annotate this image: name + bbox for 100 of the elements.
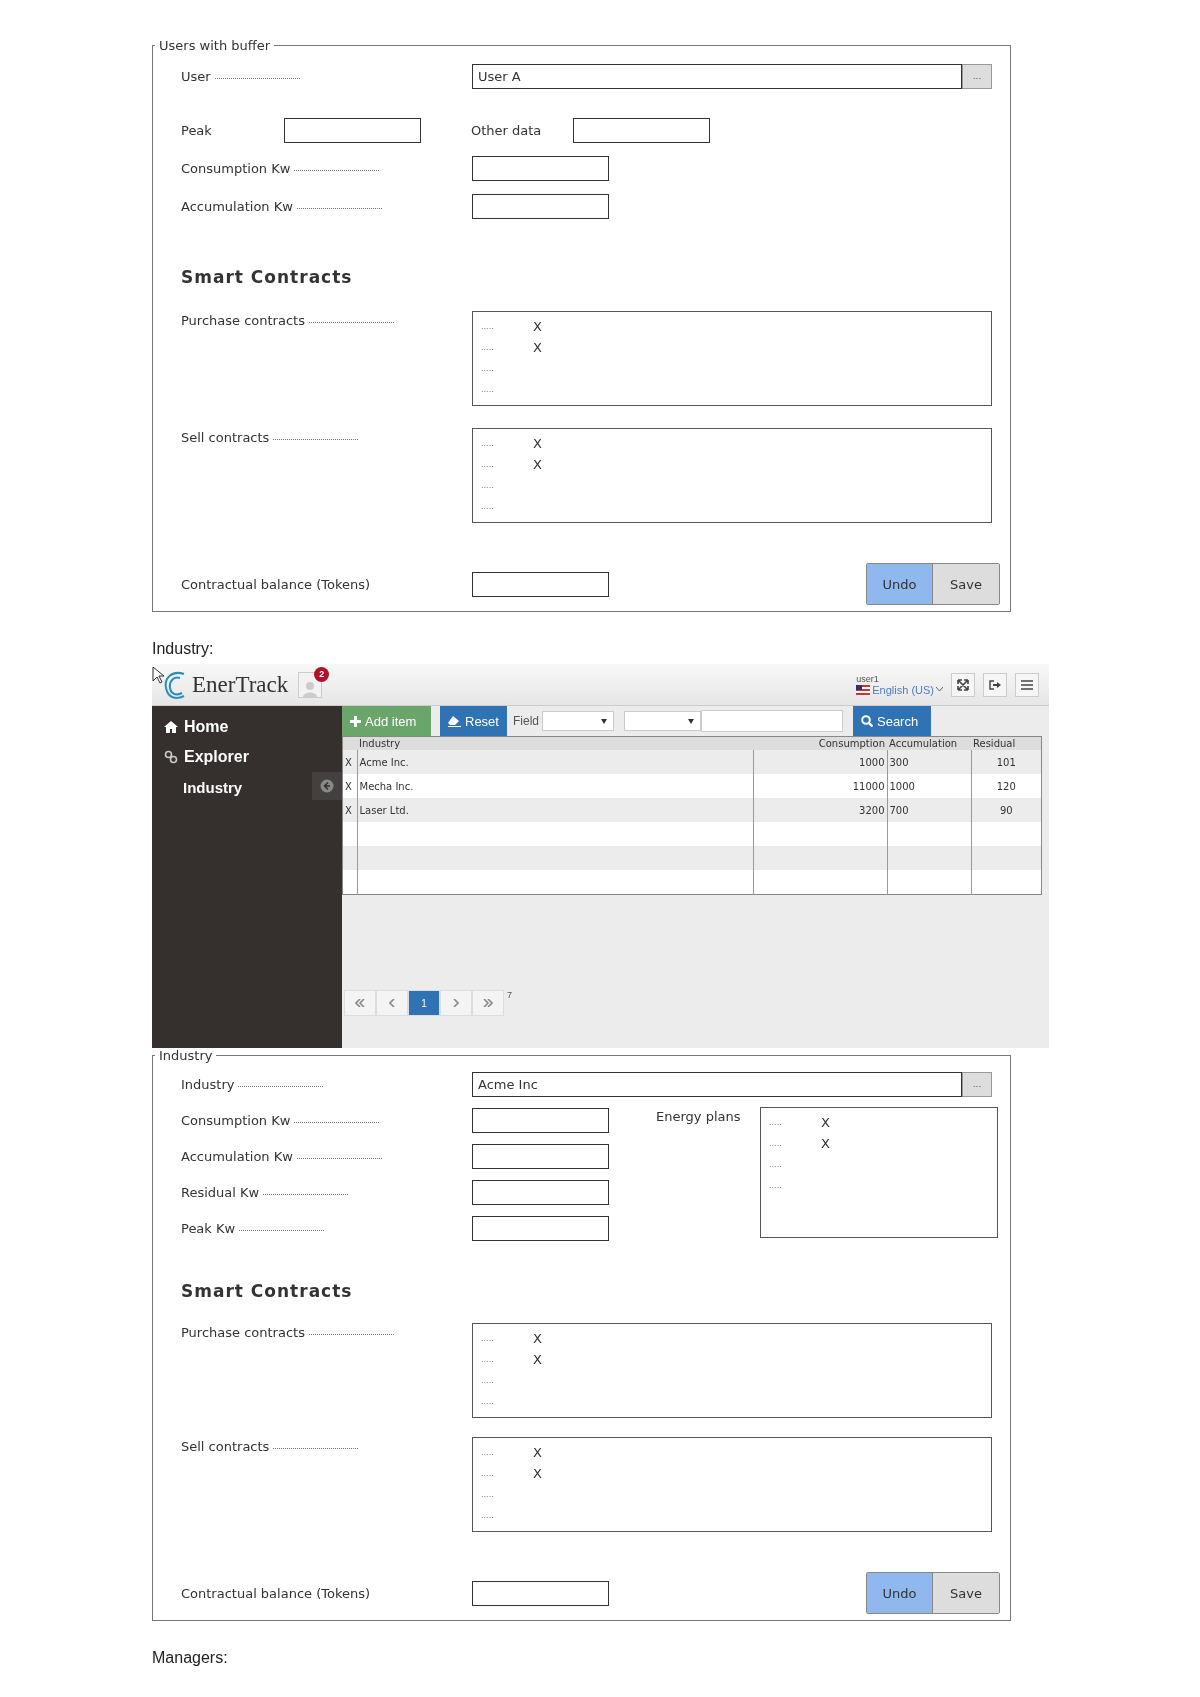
home-icon	[164, 721, 178, 733]
list-item: .....	[769, 1118, 783, 1127]
field-label: Purchase contracts	[181, 313, 394, 328]
list-item: .....	[481, 1469, 495, 1478]
list-item: .....	[481, 1355, 495, 1364]
column-header: Residual	[973, 738, 1016, 749]
list-item: .....	[481, 385, 495, 394]
flag-icon	[856, 684, 871, 695]
user-button[interactable]	[298, 671, 323, 698]
back-button[interactable]	[312, 772, 342, 800]
plus-icon	[350, 715, 361, 727]
remove-mark[interactable]: X	[533, 436, 542, 451]
save-button[interactable]: Save	[933, 564, 999, 604]
list-box[interactable]: ..... X ..... X ..... .....	[472, 1323, 992, 1418]
input-field[interactable]	[284, 117, 421, 143]
field-label: Accumulation Kw	[181, 198, 382, 214]
eraser-icon	[448, 715, 461, 727]
input-field[interactable]	[472, 1580, 609, 1606]
list-item: .....	[481, 364, 495, 373]
input-field[interactable]	[472, 1179, 609, 1205]
column-header: Consumption	[818, 738, 885, 749]
list-box[interactable]: ..... X ..... X ..... .....	[472, 1437, 992, 1532]
remove-mark[interactable]: X	[821, 1136, 830, 1151]
list-item: .....	[481, 1397, 495, 1406]
input-field[interactable]	[573, 117, 710, 143]
cursor-icon	[152, 666, 164, 684]
input-field[interactable]	[472, 1107, 609, 1133]
field-label: Residual Kw	[181, 1184, 349, 1200]
dropdown-arrow-icon	[688, 718, 694, 724]
field-label: User	[181, 68, 300, 84]
list-box[interactable]: ..... X ..... X ..... .....	[472, 311, 992, 406]
undo-button[interactable]: Undo	[867, 564, 933, 604]
sidebar-item[interactable]: Industry	[183, 778, 243, 796]
table-cell: 11000	[852, 780, 885, 792]
field-label: Sell contracts	[181, 430, 359, 445]
remove-mark[interactable]: X	[533, 340, 542, 355]
list-item: .....	[769, 1139, 783, 1148]
input-field[interactable]	[472, 155, 609, 181]
expand-icon	[957, 678, 969, 691]
menu-button[interactable]	[1015, 672, 1039, 697]
double-left-icon	[355, 999, 365, 1007]
save-button[interactable]: Save	[933, 1573, 999, 1613]
field-dropdown[interactable]	[542, 711, 614, 731]
search-button[interactable]: Search	[853, 706, 931, 736]
list-box[interactable]: ..... X ..... X ..... .....	[760, 1107, 998, 1238]
sidebar-item[interactable]: Home	[152, 712, 342, 742]
table-cell: 1000	[889, 780, 915, 792]
table-cell: Laser Ltd.	[359, 804, 409, 816]
app-name: EnerTrack	[192, 671, 289, 698]
list-item: .....	[481, 1376, 495, 1385]
fullscreen-button[interactable]	[951, 672, 975, 697]
table-cell: 1000	[859, 756, 885, 768]
remove-mark[interactable]: X	[533, 1331, 542, 1346]
field-label: Consumption Kw	[181, 1112, 380, 1128]
reset-button[interactable]: Reset	[440, 706, 507, 736]
browse-button[interactable]: ...	[962, 1071, 992, 1097]
page-button[interactable]: 1	[408, 990, 440, 1016]
remove-mark[interactable]: X	[533, 1466, 542, 1481]
double-right-icon	[483, 999, 493, 1007]
input-field[interactable]	[472, 1215, 609, 1241]
table-cell: 90	[999, 804, 1013, 816]
sidebar-item[interactable]: Explorer	[152, 742, 342, 772]
list-item: .....	[481, 343, 495, 352]
field-label: Sell contracts	[181, 1439, 359, 1454]
list-item: .....	[481, 1334, 495, 1343]
field-label: Peak Kw	[181, 1220, 325, 1236]
left-arrow-icon	[320, 779, 334, 793]
remove-mark[interactable]: X	[533, 1352, 542, 1367]
remove-mark[interactable]: X	[533, 457, 542, 472]
field-label: Accumulation Kw	[181, 1148, 382, 1164]
search-field[interactable]	[701, 710, 843, 732]
remove-mark[interactable]: X	[821, 1115, 830, 1130]
list-box[interactable]: ..... X ..... X ..... .....	[472, 428, 992, 523]
undo-button[interactable]: Undo	[867, 1573, 933, 1613]
left-chevron-icon	[389, 999, 395, 1007]
section-heading: Smart Contracts	[181, 1281, 354, 1301]
input-field[interactable]	[472, 1143, 609, 1169]
menu-icon	[1021, 679, 1033, 690]
page-total: 7	[507, 990, 512, 1000]
notification-badge: 2	[314, 666, 330, 682]
browse-button[interactable]: ...	[962, 63, 992, 89]
input-field[interactable]: Acme Inc	[472, 1071, 962, 1097]
section-caption: Industry:	[152, 640, 215, 658]
language-selector[interactable]: English (US)	[872, 683, 934, 696]
input-field[interactable]: User A	[472, 63, 962, 89]
logout-icon	[989, 678, 1001, 691]
table-cell: Acme Inc.	[359, 756, 409, 768]
logout-button[interactable]	[983, 672, 1007, 697]
table-cell: Mecha Inc.	[359, 780, 414, 792]
panel-legend: Users with buffer	[155, 38, 275, 53]
column-header: Accumulation	[889, 738, 958, 749]
list-item: .....	[769, 1181, 783, 1190]
input-field[interactable]	[472, 193, 609, 219]
table-cell: 300	[889, 756, 909, 768]
table-cell: 3200	[859, 804, 885, 816]
field-label: Purchase contracts	[181, 1325, 394, 1340]
input-field[interactable]	[472, 571, 609, 597]
remove-mark[interactable]: X	[533, 1445, 542, 1460]
remove-mark[interactable]: X	[533, 319, 542, 334]
person-icon	[303, 680, 318, 697]
